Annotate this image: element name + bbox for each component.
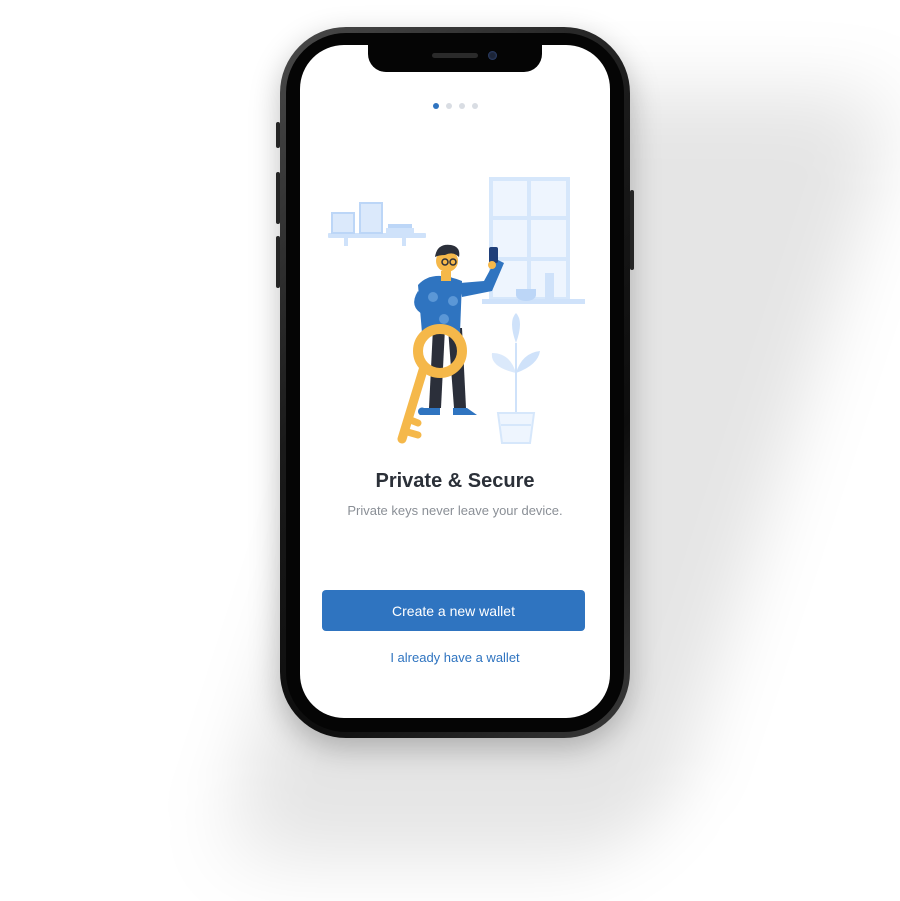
onboarding-title: Private & Secure	[375, 470, 535, 492]
phone-screen: Private & Secure Private keys never leav…	[300, 45, 610, 718]
create-wallet-button[interactable]: Create a new wallet	[322, 590, 585, 631]
page-dot-4[interactable]	[471, 103, 478, 109]
page-indicator	[300, 103, 610, 109]
page-dot-2[interactable]	[445, 103, 452, 109]
front-camera-icon	[488, 51, 497, 60]
phone-frame: Private & Secure Private keys never leav…	[280, 27, 630, 738]
notch	[368, 45, 542, 72]
person-holding-key-illustration	[328, 177, 585, 444]
speaker-grille	[432, 53, 478, 58]
onboarding-subtitle: Private keys never leave your device.	[347, 503, 563, 518]
page-dot-1[interactable]	[432, 103, 439, 109]
stage: Private & Secure Private keys never leav…	[0, 0, 900, 901]
power-button	[630, 190, 634, 270]
plant-icon	[491, 313, 540, 444]
shelf-icon	[328, 202, 426, 246]
existing-wallet-link[interactable]: I already have a wallet	[300, 649, 610, 666]
window-icon	[482, 177, 585, 304]
page-dot-3[interactable]	[458, 103, 465, 109]
